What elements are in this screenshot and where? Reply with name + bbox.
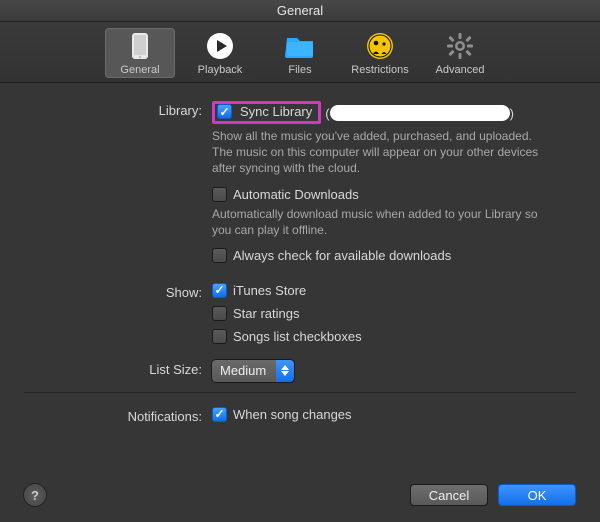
when-song-changes-label: When song changes xyxy=(233,407,352,422)
always-check-label: Always check for available downloads xyxy=(233,248,451,263)
notifications-label: Notifications: xyxy=(24,407,212,424)
tab-playback[interactable]: Playback xyxy=(185,28,255,78)
tab-files[interactable]: Files xyxy=(265,28,335,78)
tab-advanced[interactable]: Advanced xyxy=(425,28,495,78)
when-song-changes-checkbox[interactable]: ✓ xyxy=(212,407,227,422)
tab-general[interactable]: General xyxy=(105,28,175,78)
star-ratings-checkbox[interactable] xyxy=(212,306,227,321)
tab-restrictions[interactable]: Restrictions xyxy=(345,28,415,78)
divider xyxy=(24,392,576,393)
restrictions-icon xyxy=(363,32,397,60)
tab-label: Advanced xyxy=(436,64,485,76)
window-title: General xyxy=(0,0,600,22)
list-size-label: List Size: xyxy=(24,360,212,377)
ok-button[interactable]: OK xyxy=(498,484,576,506)
automatic-downloads-label: Automatic Downloads xyxy=(233,187,359,202)
always-check-checkbox[interactable] xyxy=(212,248,227,263)
sync-library-description: Show all the music you've added, purchas… xyxy=(212,128,552,177)
playback-icon xyxy=(203,32,237,60)
itunes-store-label: iTunes Store xyxy=(233,283,306,298)
tab-label: Playback xyxy=(198,64,243,76)
chevron-updown-icon xyxy=(276,360,294,382)
sync-library-label: Sync Library xyxy=(240,104,312,119)
tab-label: Files xyxy=(288,64,311,76)
footer: ? Cancel OK xyxy=(0,468,600,522)
songs-checkboxes-label: Songs list checkboxes xyxy=(233,329,362,344)
files-icon xyxy=(283,32,317,60)
show-label: Show: xyxy=(24,283,212,300)
sync-library-account-field: () xyxy=(325,105,514,121)
automatic-downloads-description: Automatically download music when added … xyxy=(212,206,552,238)
automatic-downloads-checkbox[interactable] xyxy=(212,187,227,202)
preferences-toolbar: General Playback Files Restrictions Adva… xyxy=(0,22,600,83)
cancel-button[interactable]: Cancel xyxy=(410,484,488,506)
songs-checkboxes-checkbox[interactable] xyxy=(212,329,227,344)
help-button[interactable]: ? xyxy=(24,484,46,506)
gear-icon xyxy=(443,32,477,60)
list-size-select[interactable]: Medium xyxy=(212,360,294,382)
library-label: Library: xyxy=(24,101,212,118)
tab-label: General xyxy=(120,64,159,76)
content-area: Library: ✓ Sync Library () Show all the … xyxy=(0,83,600,424)
general-icon xyxy=(123,32,157,60)
sync-library-highlight: ✓ Sync Library xyxy=(212,101,321,124)
itunes-store-checkbox[interactable]: ✓ xyxy=(212,283,227,298)
list-size-value: Medium xyxy=(212,360,276,382)
sync-library-checkbox[interactable]: ✓ xyxy=(217,104,232,119)
tab-label: Restrictions xyxy=(351,64,408,76)
star-ratings-label: Star ratings xyxy=(233,306,299,321)
